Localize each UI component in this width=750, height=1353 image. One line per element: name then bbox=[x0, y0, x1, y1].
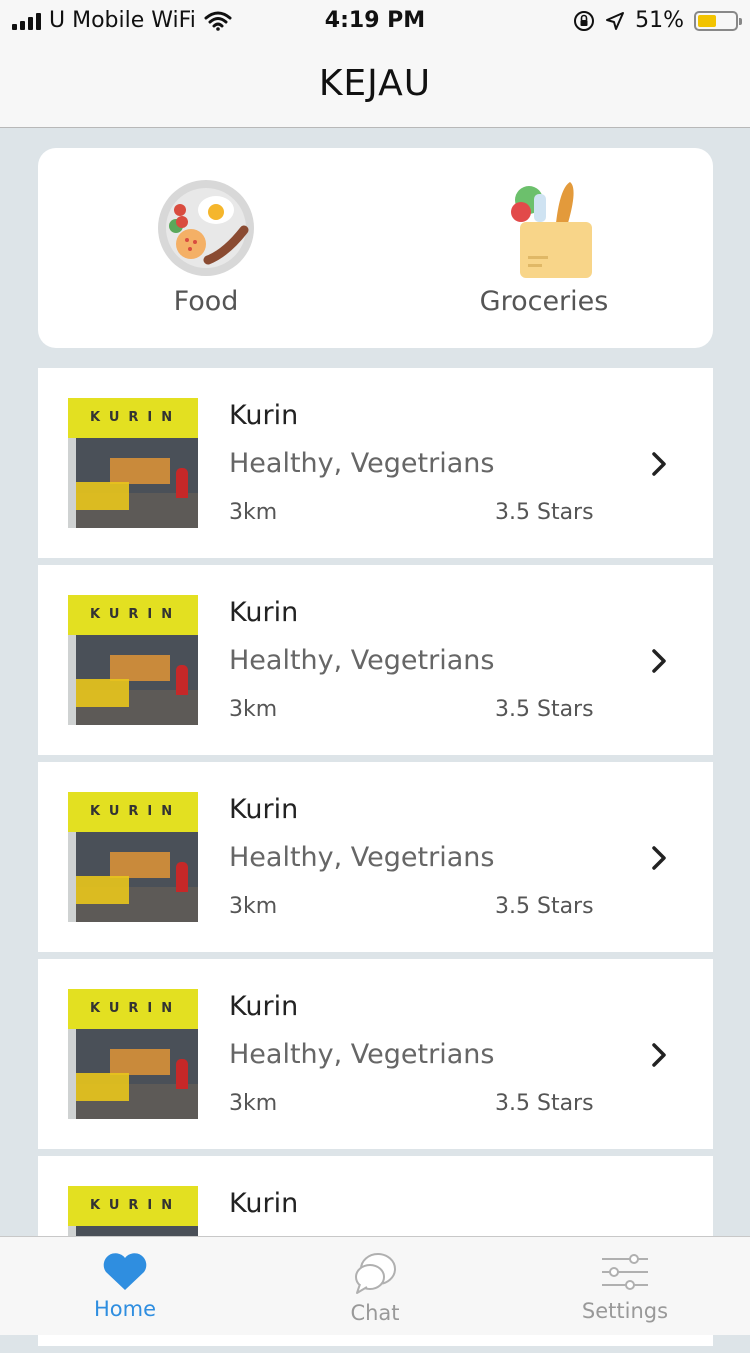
restaurant-tags: Healthy, Vegetrians bbox=[229, 842, 495, 873]
heart-icon bbox=[103, 1253, 147, 1290]
restaurant-distance: 3km bbox=[229, 697, 278, 722]
category-groceries-label: Groceries bbox=[479, 286, 609, 317]
category-groceries[interactable]: Groceries bbox=[444, 178, 644, 317]
restaurant-list: KURIN Kurin Healthy, Vegetrians 3km 3.5 … bbox=[38, 368, 713, 1353]
tab-chat[interactable]: Chat bbox=[250, 1237, 500, 1335]
restaurant-distance: 3km bbox=[229, 1091, 278, 1116]
battery-level bbox=[698, 14, 717, 27]
tab-chat-label: Chat bbox=[350, 1301, 400, 1325]
restaurant-name: Kurin bbox=[229, 597, 299, 628]
tab-home[interactable]: Home bbox=[0, 1237, 250, 1335]
restaurant-tags: Healthy, Vegetrians bbox=[229, 1039, 495, 1070]
app-header: KEJAU bbox=[0, 40, 750, 128]
restaurant-thumbnail: KURIN bbox=[68, 989, 198, 1119]
page-title: KEJAU bbox=[318, 63, 432, 104]
restaurant-sign-text: KURIN bbox=[90, 1001, 182, 1016]
battery-percent: 51% bbox=[635, 8, 684, 33]
restaurant-distance: 3km bbox=[229, 894, 278, 919]
chevron-right-icon bbox=[652, 649, 666, 673]
restaurant-thumbnail: KURIN bbox=[68, 398, 198, 528]
restaurant-thumbnail: KURIN bbox=[68, 792, 198, 922]
food-plate-icon bbox=[158, 180, 254, 276]
chevron-right-icon bbox=[652, 1043, 666, 1067]
restaurant-thumbnail: KURIN bbox=[68, 595, 198, 725]
restaurant-sign-text: KURIN bbox=[90, 607, 182, 622]
restaurant-list-item[interactable]: KURIN Kurin Healthy, Vegetrians 3km 3.5 … bbox=[38, 959, 713, 1149]
chat-bubbles-icon bbox=[355, 1253, 396, 1294]
chevron-right-icon bbox=[652, 452, 666, 476]
tab-settings-label: Settings bbox=[581, 1299, 669, 1323]
tab-settings[interactable]: Settings bbox=[500, 1237, 750, 1335]
tab-bar: Home Chat Settings bbox=[0, 1236, 750, 1335]
category-food-label: Food bbox=[173, 286, 239, 317]
restaurant-name: Kurin bbox=[229, 991, 299, 1022]
restaurant-rating: 3.5 Stars bbox=[495, 500, 594, 525]
category-food[interactable]: Food bbox=[106, 178, 306, 317]
restaurant-list-item[interactable]: KURIN Kurin Healthy, Vegetrians 3km 3.5 … bbox=[38, 762, 713, 952]
restaurant-distance: 3km bbox=[229, 500, 278, 525]
restaurant-tags: Healthy, Vegetrians bbox=[229, 645, 495, 676]
status-bar: U Mobile WiFi 4:19 PM 51% bbox=[0, 0, 750, 40]
restaurant-list-item[interactable]: KURIN Kurin Healthy, Vegetrians 3km 3.5 … bbox=[38, 565, 713, 755]
restaurant-name: Kurin bbox=[229, 400, 299, 431]
restaurant-name: Kurin bbox=[229, 1188, 299, 1219]
chevron-right-icon bbox=[652, 846, 666, 870]
orientation-lock-icon bbox=[574, 10, 595, 31]
restaurant-sign-text: KURIN bbox=[90, 410, 182, 425]
restaurant-sign-text: KURIN bbox=[90, 804, 182, 819]
status-right: 51% bbox=[573, 8, 742, 33]
restaurant-name: Kurin bbox=[229, 794, 299, 825]
grocery-bag-icon bbox=[511, 182, 592, 278]
restaurant-rating: 3.5 Stars bbox=[495, 1091, 594, 1116]
restaurant-list-item[interactable]: KURIN Kurin Healthy, Vegetrians 3km 3.5 … bbox=[38, 368, 713, 558]
battery-icon bbox=[694, 10, 742, 31]
restaurant-tags: Healthy, Vegetrians bbox=[229, 448, 495, 479]
sliders-icon bbox=[602, 1254, 648, 1290]
restaurant-rating: 3.5 Stars bbox=[495, 697, 594, 722]
restaurant-sign-text: KURIN bbox=[90, 1198, 182, 1213]
category-card: Food Groceries bbox=[38, 148, 713, 348]
location-arrow-icon bbox=[606, 11, 625, 30]
restaurant-rating: 3.5 Stars bbox=[495, 894, 594, 919]
tab-home-label: Home bbox=[93, 1297, 156, 1321]
